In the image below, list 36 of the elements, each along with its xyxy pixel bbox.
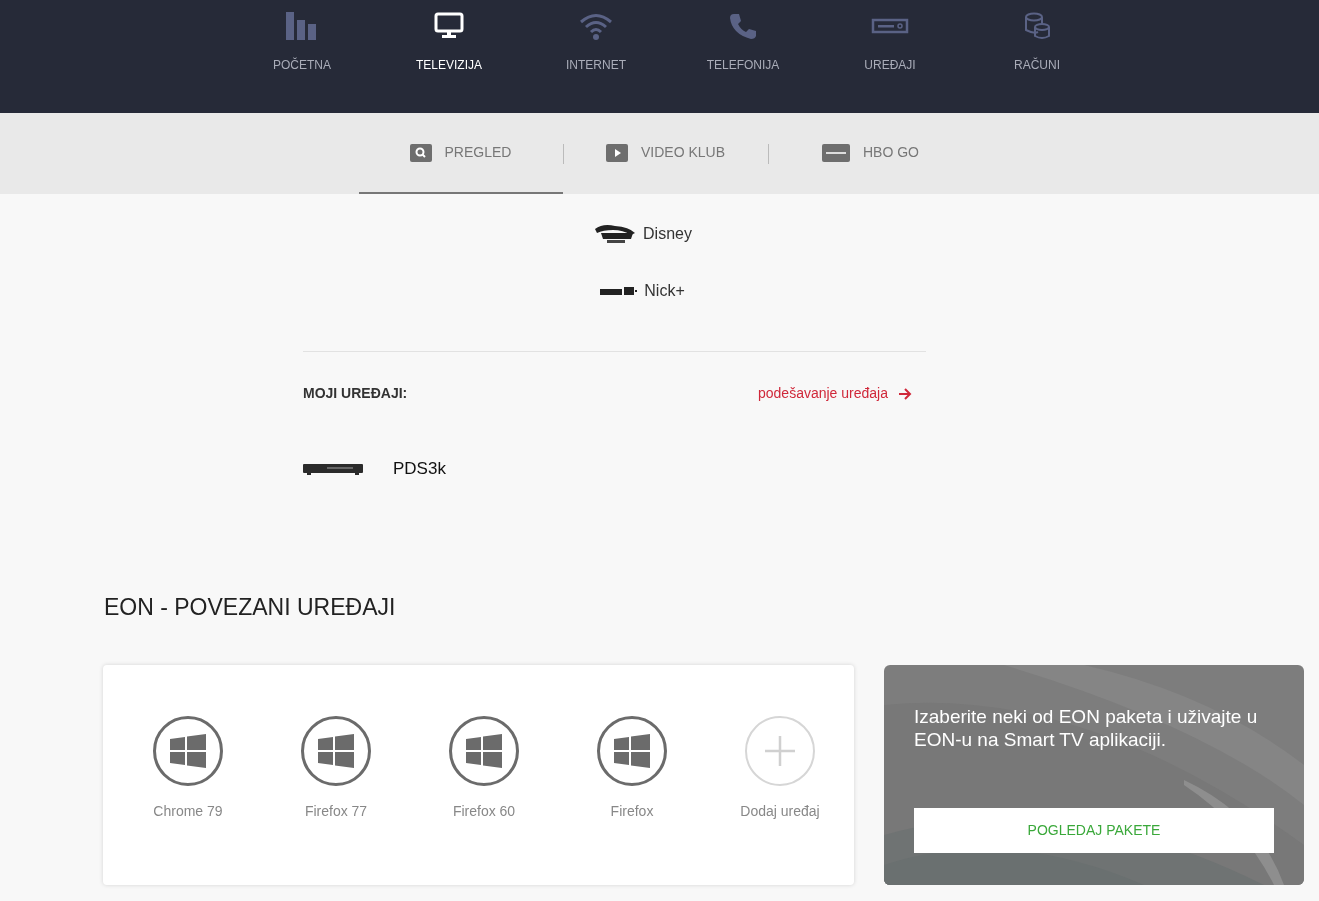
sub-tab[interactable]: PREGLED xyxy=(358,113,563,194)
set-top-box-icon xyxy=(303,461,363,476)
bar-chart-icon xyxy=(286,12,318,40)
sub-tab[interactable]: VIDEO KLUB xyxy=(563,113,768,194)
device-label: Chrome 79 xyxy=(153,802,223,821)
section-title: MOJI UREĐAJI: xyxy=(303,384,408,403)
nav-tab[interactable]: POČETNA xyxy=(228,12,376,74)
windows-device-icon[interactable] xyxy=(449,716,519,786)
nav-tab[interactable]: UREĐAJI xyxy=(816,12,964,74)
nav-tab[interactable]: RAČUNI xyxy=(963,12,1111,74)
windows-device-icon[interactable] xyxy=(597,716,667,786)
wifi-icon xyxy=(579,12,613,40)
device-label: Dodaj uređaj xyxy=(740,802,820,821)
search-icon xyxy=(409,143,432,162)
nav-tab[interactable]: INTERNET xyxy=(522,12,670,74)
promo-text: Izaberite neki od EON paketa i uživajte u EON-u na Smart TV aplikaciji. xyxy=(914,705,1259,751)
device-label: Firefox xyxy=(610,802,654,821)
device-label: Firefox 60 xyxy=(452,802,516,821)
section-heading: EON - POVEZANI UREĐAJI xyxy=(104,592,397,622)
monitor-icon xyxy=(434,12,464,40)
phone-icon xyxy=(729,12,757,40)
hbo-icon xyxy=(822,143,850,162)
settings-link[interactable]: podešavanje uređaja xyxy=(758,383,912,404)
play-icon xyxy=(606,143,628,162)
coins-icon xyxy=(1023,12,1051,40)
device-name: PDS3k xyxy=(393,458,446,480)
channel-name: Nick+ xyxy=(644,281,685,301)
arrow-right-icon xyxy=(898,386,912,401)
windows-device-icon[interactable] xyxy=(301,716,371,786)
nav-tab[interactable]: TELEFONIJA xyxy=(669,12,817,74)
channel-name: Disney xyxy=(643,224,692,244)
device-label: Firefox 77 xyxy=(304,802,368,821)
windows-device-icon[interactable] xyxy=(153,716,223,786)
channel-logo-icon xyxy=(600,285,639,297)
nav-tab[interactable]: TELEVIZIJA xyxy=(375,12,523,74)
sub-tab[interactable]: HBO GO xyxy=(768,113,973,194)
